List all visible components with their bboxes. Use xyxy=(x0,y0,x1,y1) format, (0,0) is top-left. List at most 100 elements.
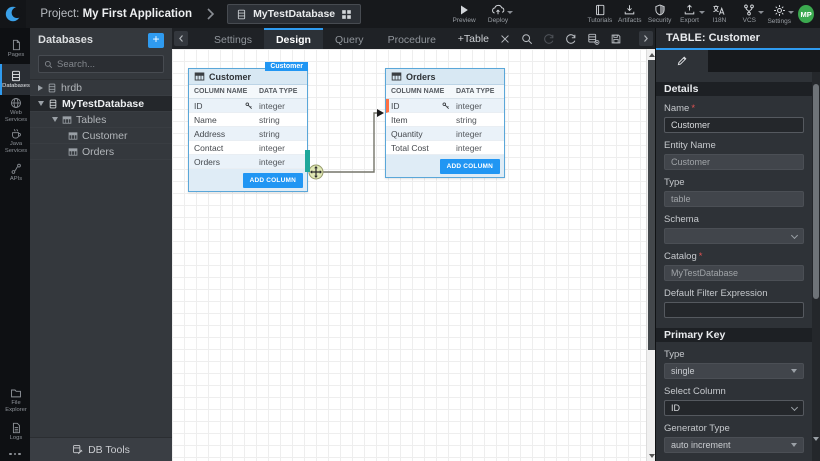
tab-query[interactable]: Query xyxy=(323,28,376,49)
user-avatar[interactable]: MP xyxy=(798,5,814,23)
tree-item-hrdb[interactable]: hrdb xyxy=(30,80,172,96)
collapse-right-icon[interactable] xyxy=(639,31,653,46)
add-column-button[interactable]: ADD COLUMN xyxy=(440,159,500,174)
canvas-scrollbar[interactable] xyxy=(646,49,655,461)
tab-design[interactable]: Design xyxy=(264,28,323,49)
table-row[interactable]: Quantity integer xyxy=(386,127,504,141)
details-section-header: Details xyxy=(656,82,812,96)
table-row[interactable]: ID integer xyxy=(386,99,504,113)
sidebar-item-logs[interactable]: Logs xyxy=(0,416,30,447)
required-marker: * xyxy=(691,103,695,114)
catalog-field xyxy=(664,265,804,281)
dropdown-chevron-icon xyxy=(507,11,513,14)
database-icon xyxy=(236,9,247,20)
database-tree: hrdb MyTestDatabase Tables Customer xyxy=(30,79,172,160)
table-row[interactable]: Address string xyxy=(189,127,307,141)
search-icon xyxy=(44,60,53,69)
rail-spacer xyxy=(0,188,30,385)
type-field xyxy=(664,191,804,207)
chevron-right-icon[interactable] xyxy=(206,8,215,20)
entity-table-customer[interactable]: Customer Customer COLUMN NAME DATA TYPE … xyxy=(188,68,308,192)
sync-icon xyxy=(543,33,555,45)
relationship-handle[interactable] xyxy=(305,150,310,172)
table-icon xyxy=(62,115,72,125)
table-row[interactable]: Contact integer xyxy=(189,141,307,155)
tree-item-tables[interactable]: Tables xyxy=(30,112,172,128)
table-row[interactable]: Name string xyxy=(189,113,307,127)
i18n-button[interactable]: I18N xyxy=(705,4,735,24)
edit-tab[interactable] xyxy=(656,50,708,72)
vcs-button[interactable]: VCS xyxy=(734,4,764,24)
required-marker: * xyxy=(699,251,703,262)
security-button[interactable]: Security xyxy=(645,4,675,24)
download-icon xyxy=(623,4,636,16)
tree-item-orders[interactable]: Orders xyxy=(30,144,172,160)
scroll-up-icon[interactable] xyxy=(648,50,655,59)
tab-procedure[interactable]: Procedure xyxy=(376,28,448,49)
expander-collapsed-icon[interactable] xyxy=(38,85,43,91)
translate-icon xyxy=(712,4,726,16)
scrollbar-thumb[interactable] xyxy=(648,60,655,350)
workspace: Settings Design Query Procedure +Table xyxy=(172,28,655,461)
select-column-select[interactable]: ID xyxy=(664,400,804,416)
scrollbar-thumb[interactable] xyxy=(813,84,819,299)
select-column-field-label: Select Column xyxy=(664,386,804,397)
branch-icon xyxy=(743,4,755,16)
table-row[interactable]: Total Cost integer xyxy=(386,141,504,155)
entity-table-orders[interactable]: Orders COLUMN NAME DATA TYPE ID integer … xyxy=(385,68,505,178)
scroll-down-icon[interactable] xyxy=(648,451,655,460)
sidebar-item-file-explorer[interactable]: File Explorer xyxy=(0,385,30,416)
tree-item-mytestdatabase[interactable]: MyTestDatabase xyxy=(30,96,172,112)
expander-expanded-icon[interactable] xyxy=(38,101,44,106)
delete-icon[interactable] xyxy=(499,33,511,45)
collapse-left-icon[interactable] xyxy=(174,31,188,46)
pk-type-select[interactable]: single xyxy=(664,363,804,379)
schema-select xyxy=(664,228,804,244)
tree-item-customer[interactable]: Customer xyxy=(30,128,172,144)
sidebar-item-web-services[interactable]: Web Services xyxy=(0,95,30,126)
name-field[interactable] xyxy=(664,117,804,133)
design-canvas[interactable]: Customer Customer COLUMN NAME DATA TYPE … xyxy=(172,49,655,461)
table-header[interactable]: Customer xyxy=(189,69,307,85)
add-column-button[interactable]: ADD COLUMN xyxy=(243,173,303,188)
database-tab-label: MyTestDatabase xyxy=(253,8,335,20)
generator-type-select[interactable]: auto increment xyxy=(664,437,804,453)
more-icon[interactable] xyxy=(0,447,30,461)
database-icon xyxy=(47,83,57,93)
scroll-down-icon[interactable] xyxy=(813,441,819,459)
table-row[interactable]: Item string xyxy=(386,113,504,127)
add-database-button[interactable]: + xyxy=(148,33,164,48)
gear-icon xyxy=(773,4,786,17)
expander-expanded-icon[interactable] xyxy=(52,117,58,122)
default-filter-field[interactable] xyxy=(664,302,804,318)
export-button[interactable]: Export xyxy=(675,4,705,24)
app-window: Project: My First Application MyTestData… xyxy=(0,0,820,461)
sidebar-item-java-services[interactable]: Java Services xyxy=(0,126,30,157)
topbar: Project: My First Application MyTestData… xyxy=(0,0,820,28)
settings-button[interactable]: Settings xyxy=(764,4,794,25)
database-tab[interactable]: MyTestDatabase xyxy=(227,4,361,24)
artifacts-button[interactable]: Artifacts xyxy=(615,4,645,24)
update-database-icon[interactable] xyxy=(587,33,600,45)
tutorials-button[interactable]: Tutorials xyxy=(585,4,615,24)
refresh-icon[interactable] xyxy=(565,33,577,45)
search-input[interactable] xyxy=(57,59,158,70)
search-box xyxy=(38,55,164,73)
table-header[interactable]: Orders xyxy=(386,69,504,85)
panel-title: TABLE: Customer xyxy=(656,28,820,50)
table-row[interactable]: ID integer xyxy=(189,99,307,113)
panel-scrollbar[interactable] xyxy=(812,72,820,461)
sidebar-item-apis[interactable]: APIs xyxy=(0,157,30,188)
sidebar-item-databases[interactable]: Databases xyxy=(0,64,30,95)
save-icon[interactable] xyxy=(610,33,622,45)
zoom-search-icon[interactable] xyxy=(521,33,533,45)
sidebar-item-pages[interactable]: Pages xyxy=(0,33,30,64)
default-filter-field-label: Default Filter Expression xyxy=(664,288,804,299)
db-tools-button[interactable]: DB Tools xyxy=(30,437,172,461)
deploy-button[interactable]: Deploy xyxy=(483,4,513,24)
tab-settings[interactable]: Settings xyxy=(202,28,264,49)
table-row[interactable]: Orders integer xyxy=(189,155,307,169)
preview-button[interactable]: Preview xyxy=(449,4,479,24)
schema-field-label: Schema xyxy=(664,214,804,225)
add-table-button[interactable]: +Table xyxy=(458,33,489,45)
